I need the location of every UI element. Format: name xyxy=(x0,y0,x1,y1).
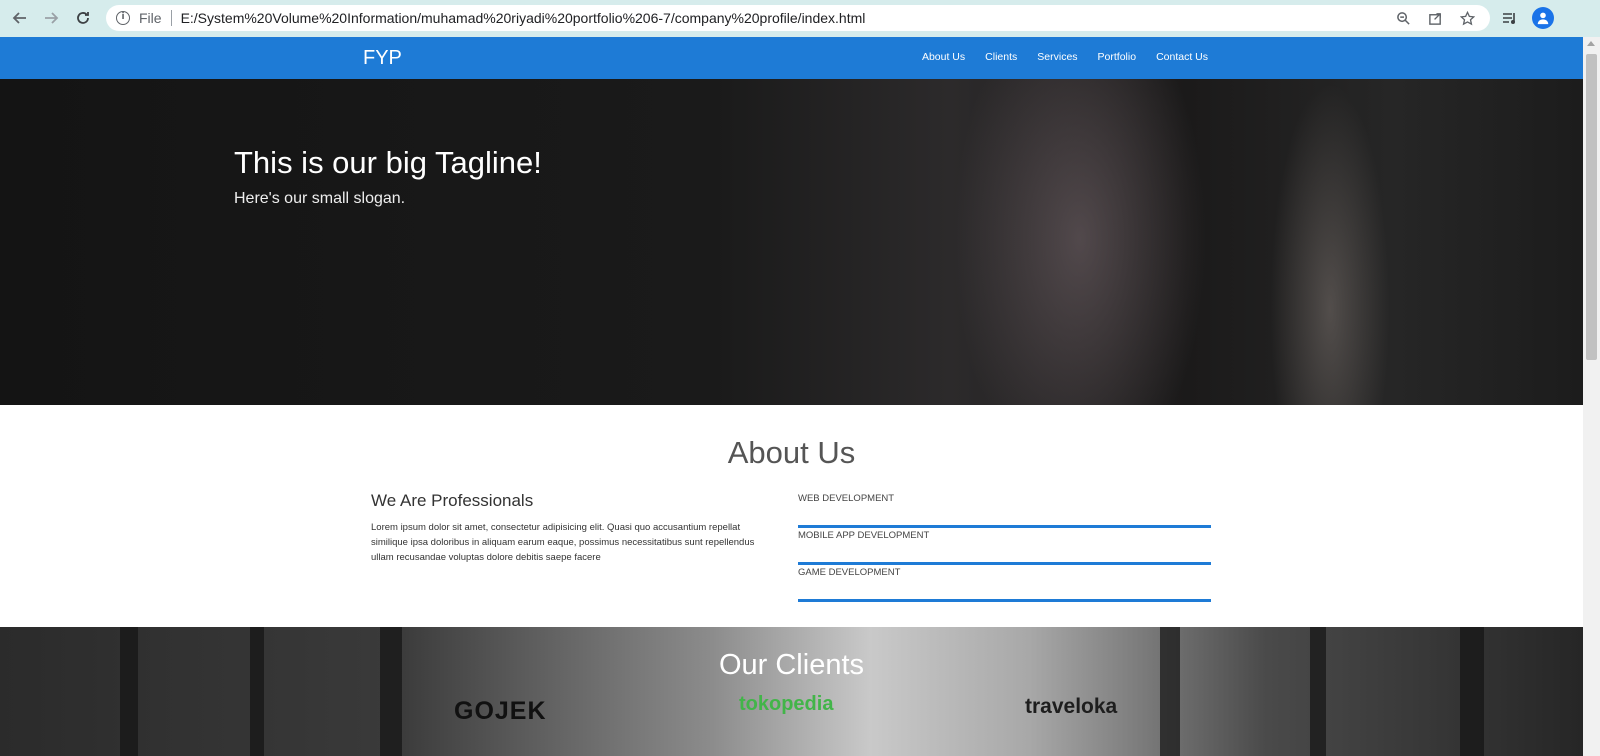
nav-link-contact-us[interactable]: Contact Us xyxy=(1156,51,1208,63)
nav-link-portfolio[interactable]: Portfolio xyxy=(1098,51,1137,63)
skills-list: WEB DEVELOPMENT MOBILE APP DEVELOPMENT G… xyxy=(798,491,1211,602)
forward-icon[interactable] xyxy=(41,8,61,28)
client-logo-traveloka: traveloka xyxy=(1025,695,1118,718)
scrollbar-thumb[interactable] xyxy=(1586,54,1597,360)
site-brand[interactable]: FYP xyxy=(363,47,402,70)
file-scheme-label: File xyxy=(139,10,162,26)
scroll-up-arrow-icon[interactable] xyxy=(1587,41,1595,46)
background-tree xyxy=(380,627,402,756)
skill-web-development: WEB DEVELOPMENT xyxy=(798,491,1211,528)
share-icon[interactable] xyxy=(1426,9,1444,27)
skill-game-development: GAME DEVELOPMENT xyxy=(798,565,1211,602)
background-tree xyxy=(120,627,138,756)
about-subtitle: We Are Professionals xyxy=(371,491,534,510)
nav-links: About Us Clients Services Portfolio Cont… xyxy=(922,51,1208,63)
about-body-text: Lorem ipsum dolor sit amet, consectetur … xyxy=(371,522,755,563)
reload-icon[interactable] xyxy=(73,8,93,28)
browser-toolbar: i File E:/System%20Volume%20Information/… xyxy=(0,0,1600,37)
back-icon[interactable] xyxy=(10,8,30,28)
url-text[interactable]: E:/System%20Volume%20Information/muhamad… xyxy=(181,10,866,26)
skill-mobile-app-development: MOBILE APP DEVELOPMENT xyxy=(798,528,1211,565)
profile-avatar-icon[interactable] xyxy=(1532,7,1554,29)
nav-link-clients[interactable]: Clients xyxy=(985,51,1017,63)
client-logo-gojek: GOJEK xyxy=(454,697,547,725)
background-tree xyxy=(1460,627,1484,756)
bookmark-star-icon[interactable] xyxy=(1458,9,1476,27)
about-section: About Us We Are Professionals Lorem ipsu… xyxy=(0,405,1583,627)
client-logo-tokopedia: tokopedia xyxy=(739,693,834,715)
clients-title: Our Clients xyxy=(718,649,865,681)
hero-slogan: Here's our small slogan. xyxy=(234,190,406,207)
media-control-icon[interactable] xyxy=(1500,8,1520,28)
nav-link-services[interactable]: Services xyxy=(1037,51,1077,63)
page-viewport: FYP About Us Clients Services Portfolio … xyxy=(0,37,1583,756)
address-separator xyxy=(170,10,172,26)
site-navbar: FYP About Us Clients Services Portfolio … xyxy=(0,37,1583,79)
zoom-icon[interactable] xyxy=(1394,9,1412,27)
hero-banner: This is our big Tagline! Here's our smal… xyxy=(0,79,1583,405)
clients-section: Our Clients GOJEK tokopedia traveloka xyxy=(0,627,1583,756)
nav-link-about-us[interactable]: About Us xyxy=(922,51,965,63)
hero-tagline: This is our big Tagline! xyxy=(234,145,542,180)
page-scrollbar[interactable] xyxy=(1583,37,1600,756)
info-icon[interactable]: i xyxy=(116,11,130,25)
about-title: About Us xyxy=(727,435,856,470)
background-tree xyxy=(250,627,264,756)
background-tree xyxy=(1160,627,1180,756)
background-tree xyxy=(1310,627,1326,756)
address-bar[interactable]: i File E:/System%20Volume%20Information/… xyxy=(106,5,1490,31)
